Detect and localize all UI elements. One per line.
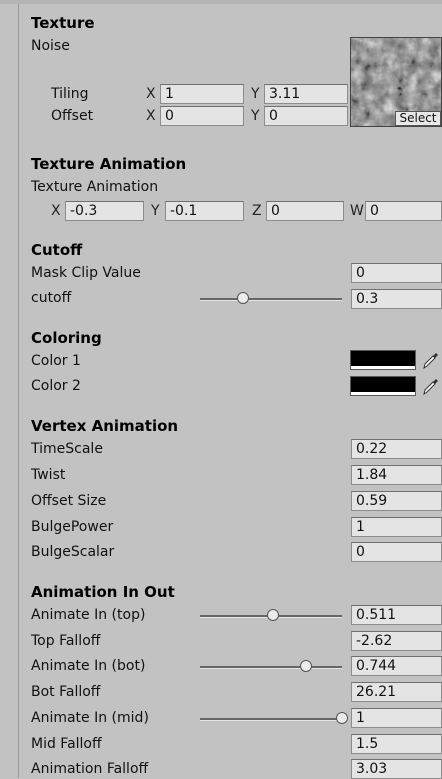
tiling-y-field[interactable]: 3.11	[264, 84, 348, 104]
tiling-y-axis-label[interactable]: Y	[251, 86, 260, 102]
tiling-label: Tiling	[51, 86, 89, 102]
color2-label: Color 2	[31, 378, 81, 394]
animate-in-bot-slider-thumb[interactable]	[299, 660, 312, 672]
timescale-label: TimeScale	[31, 441, 103, 457]
texture-name-label: Noise	[31, 38, 70, 54]
tiling-x-field[interactable]: 1	[160, 84, 244, 104]
twist-field[interactable]: 1.84	[351, 465, 442, 485]
vertex-animation-header: Vertex Animation	[31, 417, 179, 435]
offset-x-axis-label[interactable]: X	[146, 108, 156, 124]
texture-select-button[interactable]: Select	[395, 111, 441, 126]
color1-swatch[interactable]	[350, 350, 416, 370]
mask-clip-label: Mask Clip Value	[31, 265, 141, 281]
animate-in-mid-slider-track[interactable]	[200, 718, 342, 721]
color1-eyedropper-icon[interactable]	[421, 350, 439, 370]
cutoff-label: cutoff	[31, 290, 72, 306]
mid-falloff-label: Mid Falloff	[31, 736, 102, 752]
cutoff-slider-thumb[interactable]	[236, 292, 249, 304]
texture-animation-label: Texture Animation	[31, 179, 159, 195]
animate-in-bot-slider-track[interactable]	[200, 666, 342, 669]
tiling-x-axis-label[interactable]: X	[146, 86, 156, 102]
texanim-w-axis-label[interactable]: W	[350, 203, 364, 219]
bot-falloff-field[interactable]: 26.21	[351, 682, 442, 702]
mask-clip-field[interactable]: 0	[351, 263, 442, 283]
offset-x-field[interactable]: 0	[160, 106, 244, 126]
offset-size-field[interactable]: 0.59	[351, 491, 442, 511]
animate-in-bot-field[interactable]: 0.744	[351, 656, 442, 676]
cutoff-header: Cutoff	[31, 241, 83, 259]
texanim-y-field[interactable]: -0.1	[165, 201, 244, 221]
top-falloff-field[interactable]: -2.62	[351, 631, 442, 651]
bot-falloff-label: Bot Falloff	[31, 684, 101, 700]
texanim-w-field[interactable]: 0	[365, 201, 442, 221]
noise-texture-thumbnail[interactable]: Select	[350, 37, 442, 127]
cutoff-field[interactable]: 0.3	[351, 289, 442, 309]
timescale-field[interactable]: 0.22	[351, 439, 442, 459]
offset-y-field[interactable]: 0	[264, 106, 348, 126]
animate-in-top-label: Animate In (top)	[31, 607, 146, 623]
offset-y-axis-label[interactable]: Y	[251, 108, 260, 124]
animate-in-bot-label: Animate In (bot)	[31, 658, 146, 674]
texture-header: Texture	[31, 14, 95, 32]
top-falloff-label: Top Falloff	[31, 633, 101, 649]
texanim-z-axis-label[interactable]: Z	[252, 203, 262, 219]
animate-in-top-slider-thumb[interactable]	[266, 609, 279, 621]
bulgescalar-field[interactable]: 0	[351, 542, 442, 562]
animate-in-mid-label: Animate In (mid)	[31, 710, 149, 726]
animation-falloff-label: Animation Falloff	[31, 761, 149, 777]
animation-in-out-header: Animation In Out	[31, 583, 175, 601]
bulgepower-label: BulgePower	[31, 519, 114, 535]
cutoff-slider-track[interactable]	[200, 298, 342, 301]
texanim-x-field[interactable]: -0.3	[65, 201, 144, 221]
animation-falloff-field[interactable]: 3.03	[351, 759, 442, 779]
color2-swatch[interactable]	[350, 376, 416, 396]
animate-in-mid-slider-thumb[interactable]	[336, 712, 348, 724]
texanim-y-axis-label[interactable]: Y	[151, 203, 160, 219]
offset-size-label: Offset Size	[31, 493, 107, 509]
coloring-header: Coloring	[31, 329, 102, 347]
animate-in-top-field[interactable]: 0.511	[351, 605, 442, 625]
offset-label: Offset	[51, 108, 94, 124]
twist-label: Twist	[31, 467, 66, 483]
texture-animation-header: Texture Animation	[31, 155, 187, 173]
color2-eyedropper-icon[interactable]	[421, 376, 439, 396]
inspector-left-border	[18, 4, 19, 778]
mid-falloff-field[interactable]: 1.5	[351, 734, 442, 754]
bulgepower-field[interactable]: 1	[351, 517, 442, 537]
bulgescalar-label: BulgeScalar	[31, 544, 115, 560]
texanim-x-axis-label[interactable]: X	[51, 203, 61, 219]
inspector-top-border	[0, 0, 442, 4]
animate-in-mid-field[interactable]: 1	[351, 708, 442, 728]
color1-label: Color 1	[31, 353, 81, 369]
texanim-z-field[interactable]: 0	[266, 201, 344, 221]
